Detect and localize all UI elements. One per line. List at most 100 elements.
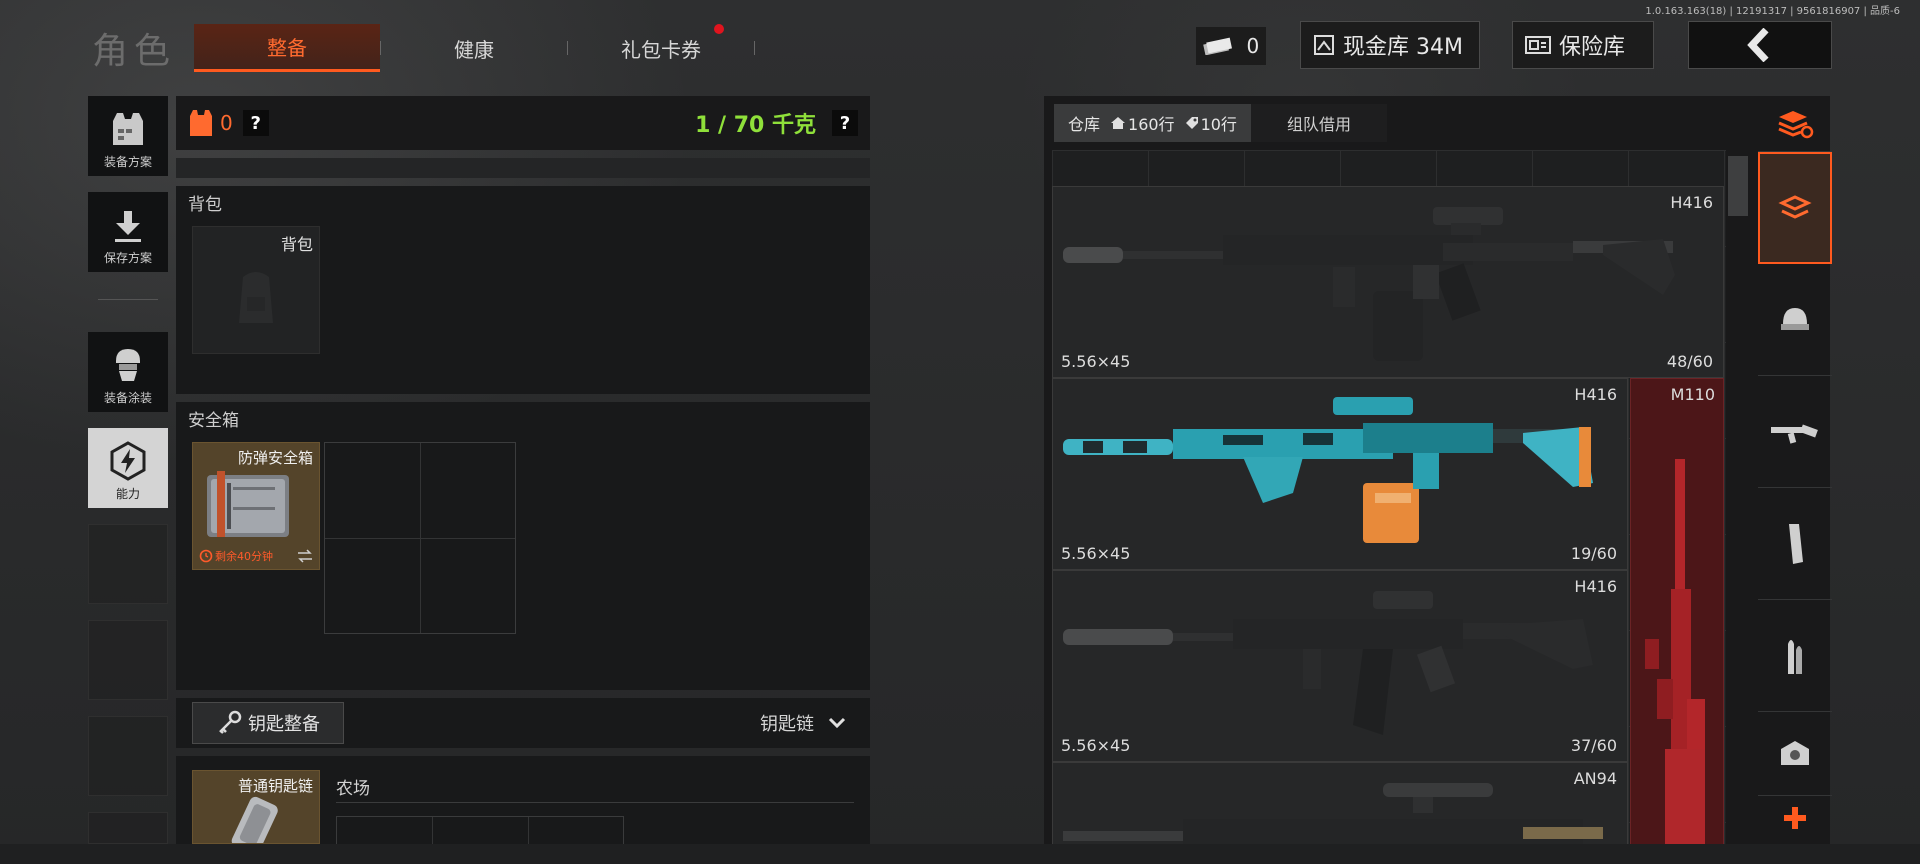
- key-loadout-label: 钥匙整备: [248, 714, 320, 735]
- rifle-icon: [1063, 591, 1593, 735]
- tab-storage-label: 仓库: [1068, 115, 1101, 134]
- swap-icon[interactable]: [297, 549, 313, 563]
- sidebar-item-label: 装备涂装: [103, 391, 152, 405]
- tab-team-borrow[interactable]: 组队借用: [1250, 104, 1387, 142]
- sort-refresh-button[interactable]: [1758, 96, 1832, 152]
- storage-rows-main: 160行: [1128, 115, 1175, 134]
- weight-value: 1 / 70 千克: [695, 113, 816, 138]
- cash-counter[interactable]: 0: [1196, 27, 1266, 65]
- back-button[interactable]: [1688, 21, 1832, 69]
- safebox-case-icon: [207, 471, 289, 537]
- sidebar-item-label: 能力: [115, 487, 140, 501]
- sidebar-item-ability[interactable]: 能力: [88, 428, 168, 508]
- plus-icon: [1784, 807, 1806, 829]
- grid-line: [325, 538, 515, 539]
- page-title: 角色: [92, 31, 177, 72]
- farm-label: 农场: [336, 779, 370, 799]
- sidebar-item-label: 保存方案: [103, 251, 152, 265]
- safe-icon: [1525, 36, 1551, 54]
- sidebar-empty-slot: [88, 812, 168, 844]
- safebox-slot[interactable]: 防弹安全箱 剩余40分钟: [192, 442, 320, 570]
- bullets-icon: [1788, 639, 1802, 674]
- layers-icon: [1778, 195, 1812, 219]
- weapon-name: H416: [1574, 577, 1617, 596]
- weight-help-button[interactable]: ?: [832, 110, 858, 136]
- weapon-ammo: 19/60: [1570, 544, 1617, 563]
- weapon-caliber: 5.56×45: [1061, 544, 1131, 563]
- tab-gift-coupons[interactable]: 礼包卡券: [568, 24, 754, 72]
- chevron-left-icon: [1747, 28, 1769, 62]
- sniper-rifle-icon: [1645, 459, 1705, 849]
- download-icon: [115, 211, 141, 242]
- sidebar-empty-slot: [88, 620, 168, 700]
- weapon-name: H416: [1670, 193, 1713, 212]
- safebox-timer: 剩余40分钟: [215, 550, 273, 563]
- category-ammo[interactable]: [1758, 600, 1832, 712]
- sidebar-item-loadout-plan[interactable]: 装备方案: [88, 96, 168, 176]
- vault-icon: [1314, 35, 1334, 55]
- storage-grid: H416 5.56×45 48/60 H416 5.56×45 19/60 M1…: [1052, 150, 1726, 864]
- sidebar-divider: [98, 299, 158, 300]
- weight-bar: 0 ? 1 / 70 千克 ?: [176, 96, 870, 150]
- safebox-name: 防弹安全箱: [237, 449, 313, 467]
- category-attachments[interactable]: [1758, 712, 1832, 796]
- category-all[interactable]: [1758, 152, 1832, 264]
- tab-storage[interactable]: 仓库 160行 10行: [1054, 104, 1251, 142]
- weapon-name: M110: [1670, 385, 1715, 404]
- sidebar-item-label: 装备方案: [103, 155, 152, 169]
- sidebar-item-save-plan[interactable]: 保存方案: [88, 192, 168, 272]
- storage-rows-extra: 10行: [1200, 115, 1237, 134]
- helmet-icon: [1781, 307, 1809, 330]
- bottom-strip: [0, 844, 1920, 864]
- banknote-icon: [1203, 37, 1232, 55]
- version-info: 1.0.163.163(18) | 12191317 | 9561816907 …: [1645, 6, 1900, 17]
- storage-tabs: 仓库 160行 10行 组队借用: [1054, 104, 1387, 142]
- lightning-hex-icon: [110, 441, 146, 481]
- insurance-vault-label: 保险库: [1559, 35, 1626, 60]
- helmet-mask-icon: [116, 349, 140, 381]
- keychain-dropdown[interactable]: 钥匙链: [760, 710, 846, 736]
- key-loadout-button[interactable]: 钥匙整备: [192, 702, 344, 744]
- keychain-slot[interactable]: 普通钥匙链: [192, 770, 320, 844]
- backpack-icon: [239, 272, 273, 323]
- tab-health[interactable]: 健康: [381, 24, 567, 72]
- armor-count: 0: [220, 111, 233, 135]
- weapon-card-m110[interactable]: M110: [1630, 378, 1724, 864]
- rifle-small-icon: [1771, 424, 1818, 444]
- cash-vault-button[interactable]: 现金库 34M: [1300, 21, 1480, 69]
- grid-line: [528, 817, 529, 844]
- divider: [336, 802, 854, 803]
- cash-value: 0: [1246, 34, 1260, 58]
- vest-icon: [113, 113, 143, 145]
- insurance-vault-button[interactable]: 保险库: [1512, 21, 1654, 69]
- backpack-slot[interactable]: 背包: [192, 226, 320, 354]
- weapon-caliber: 5.56×45: [1061, 352, 1131, 371]
- tab-loadout[interactable]: 整备: [194, 24, 380, 72]
- sight-icon: [1781, 740, 1809, 765]
- weapon-card-h416-2[interactable]: H416 5.56×45 19/60: [1052, 378, 1628, 570]
- grid-line: [432, 817, 433, 844]
- weapon-ammo: 48/60: [1666, 352, 1713, 371]
- storage-scrollbar[interactable]: [1728, 156, 1748, 216]
- chevron-down-icon: [828, 717, 846, 729]
- category-column: [1758, 96, 1832, 840]
- weapon-name: H416: [1574, 385, 1617, 404]
- equipment-row: [176, 158, 870, 178]
- magazine-icon: [1789, 523, 1803, 564]
- safebox-grid: [324, 442, 516, 634]
- sidebar-item-gear-skin[interactable]: 装备涂装: [88, 332, 168, 412]
- add-category-button[interactable]: [1758, 796, 1832, 840]
- stack-refresh-icon: [1778, 110, 1814, 138]
- key-icon: [219, 710, 242, 734]
- armor-help-button[interactable]: ?: [242, 110, 269, 136]
- armor-vest-icon: [190, 110, 212, 136]
- weapon-card-h416-1[interactable]: H416 5.56×45 48/60: [1052, 186, 1724, 378]
- backpack-section-title: 背包: [188, 195, 222, 215]
- clock-icon: [199, 549, 213, 563]
- farm-key-grid: [336, 816, 624, 844]
- sidebar-empty-slot: [88, 524, 168, 604]
- category-rifles[interactable]: [1758, 376, 1832, 488]
- category-armor[interactable]: [1758, 264, 1832, 376]
- weapon-card-h416-3[interactable]: H416 5.56×45 37/60: [1052, 570, 1628, 762]
- category-magazines[interactable]: [1758, 488, 1832, 600]
